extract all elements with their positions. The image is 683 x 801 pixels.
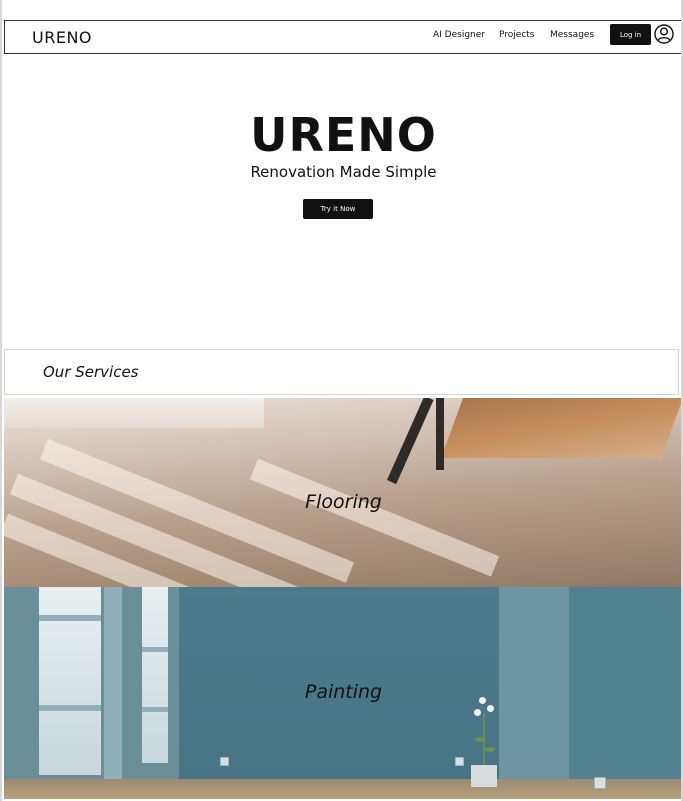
service-label-painting: Painting [304, 681, 383, 703]
plant-leaf-graphic [485, 747, 495, 752]
curtain-graphic [4, 398, 264, 428]
top-navbar: URENO AI Designer Projects Messages Log … [4, 20, 681, 54]
nav-link-messages[interactable]: Messages [550, 30, 594, 40]
window-frame [142, 647, 168, 652]
services-header: Our Services [4, 349, 679, 395]
orchid-flower-graphic [474, 709, 481, 716]
plant-leaf-graphic [475, 737, 485, 742]
try-it-now-button[interactable]: Try it Now [303, 199, 373, 219]
service-card-painting[interactable]: Painting [4, 587, 681, 799]
service-card-flooring[interactable]: Flooring [4, 398, 681, 587]
chair-leg-graphic [387, 398, 434, 485]
wall-socket-graphic [455, 757, 464, 766]
wall-socket-graphic [220, 757, 229, 766]
window-frame [39, 615, 101, 621]
window-frame [39, 705, 101, 711]
brand-logo[interactable]: URENO [32, 28, 92, 47]
nav-link-ai-designer[interactable]: AI Designer [433, 30, 485, 40]
floor-graphic [4, 779, 681, 799]
nav-link-projects[interactable]: Projects [499, 30, 534, 40]
hero-title: URENO [250, 108, 437, 162]
page: URENO AI Designer Projects Messages Log … [0, 0, 683, 801]
window-graphic [142, 587, 168, 763]
wood-floor-graphic [441, 398, 681, 458]
service-label-flooring: Flooring [305, 491, 382, 513]
plant-pot-graphic [471, 765, 497, 787]
chair-leg-graphic [436, 398, 444, 470]
hero-subtitle: Renovation Made Simple [250, 163, 437, 181]
services-heading: Our Services [43, 363, 139, 381]
login-button[interactable]: Log in [610, 24, 651, 45]
wall-socket-graphic [594, 777, 606, 789]
window-frame [142, 707, 168, 712]
user-circle-icon[interactable] [654, 24, 674, 44]
orchid-flower-graphic [487, 705, 494, 712]
